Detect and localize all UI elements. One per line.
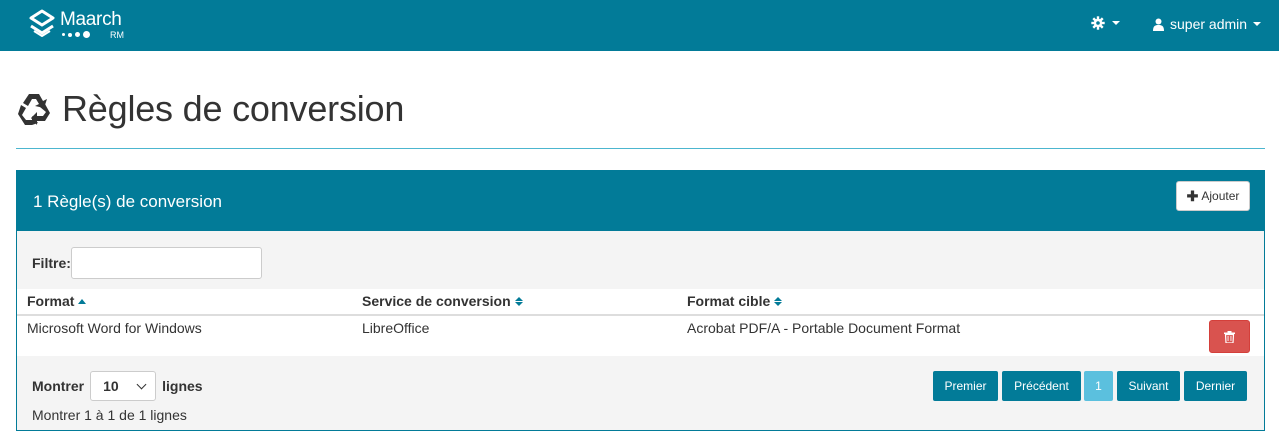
filter-label: Filtre:	[32, 255, 71, 271]
pagination: Premier Précédent 1 Suivant Dernier	[17, 371, 1264, 401]
user-name: super admin	[1170, 16, 1248, 32]
user-menu-toggle[interactable]: super admin	[1153, 16, 1262, 32]
column-label: Format	[27, 293, 75, 309]
filter-group: Filtre:	[32, 247, 262, 279]
caret-down-icon	[1112, 21, 1120, 25]
column-header-service[interactable]: Service de conversion	[362, 293, 523, 309]
settings-menu-toggle[interactable]	[1091, 16, 1120, 30]
add-rule-button[interactable]: ✚ Ajouter	[1176, 181, 1250, 211]
column-header-target-format[interactable]: Format cible	[687, 293, 783, 309]
column-label: Format cible	[687, 293, 771, 309]
cog-icon	[1091, 16, 1105, 30]
filter-input[interactable]	[70, 247, 262, 279]
recycle-icon	[18, 94, 50, 125]
trash-icon	[1224, 330, 1235, 343]
sort-ascending-icon	[78, 298, 87, 304]
cell-service: LibreOffice	[362, 320, 430, 336]
caret-down-icon	[1253, 22, 1262, 26]
brand-dots	[62, 31, 90, 38]
delete-rule-button[interactable]	[1209, 320, 1250, 353]
cell-target-format: Acrobat PDF/A - Portable Document Format	[687, 320, 961, 336]
rules-table: Format Service de conversion Format cibl…	[17, 289, 1264, 356]
table-header: Format Service de conversion Format cibl…	[17, 289, 1264, 316]
logo-mark-icon	[29, 9, 55, 37]
column-header-format[interactable]: Format	[27, 293, 87, 309]
column-label: Service de conversion	[362, 293, 511, 309]
pagination-info: Montrer 1 à 1 de 1 lignes	[32, 407, 187, 423]
last-page-button[interactable]: Dernier	[1184, 371, 1247, 401]
conversion-rules-panel: 1 Règle(s) de conversion ✚ Ajouter Filtr…	[16, 170, 1265, 431]
sort-icon	[514, 296, 523, 306]
sort-icon	[774, 296, 783, 306]
panel-heading: 1 Règle(s) de conversion ✚ Ajouter	[17, 171, 1264, 231]
brand-sub: RM	[110, 30, 124, 40]
next-page-button[interactable]: Suivant	[1117, 371, 1180, 401]
cell-format: Microsoft Word for Windows	[27, 320, 202, 336]
page-heading: Règles de conversion	[16, 88, 404, 130]
plus-icon: ✚	[1186, 188, 1199, 204]
first-page-button[interactable]: Premier	[933, 371, 998, 401]
table-row: Microsoft Word for Windows LibreOffice A…	[17, 316, 1264, 356]
brand-name: Maarch	[60, 9, 122, 30]
panel-title: 1 Règle(s) de conversion	[33, 192, 222, 211]
previous-page-button[interactable]: Précédent	[1002, 371, 1081, 401]
heading-divider	[16, 148, 1265, 149]
current-page-button[interactable]: 1	[1084, 371, 1113, 401]
top-navbar: Maarch RM super admin	[0, 0, 1279, 51]
maarch-logo[interactable]: Maarch RM	[28, 9, 130, 43]
user-icon	[1153, 18, 1164, 31]
add-rule-label: Ajouter	[1201, 189, 1240, 203]
page-title: Règles de conversion	[62, 88, 405, 129]
